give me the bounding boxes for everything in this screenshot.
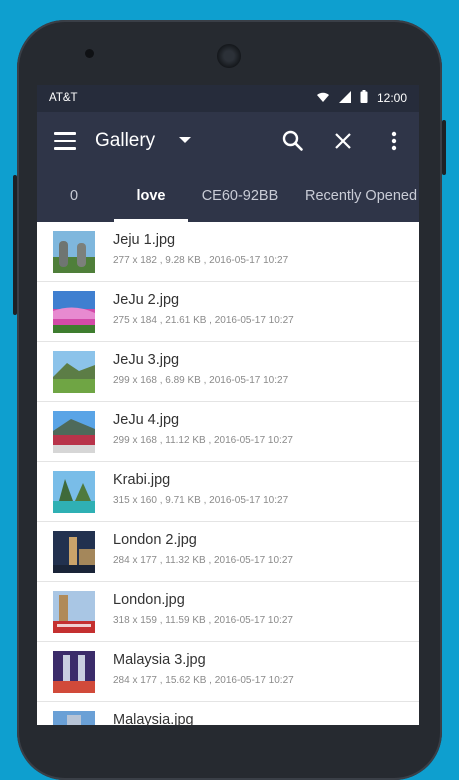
list-item[interactable]: JeJu 3.jpg 299 x 168 , 6.89 KB , 2016-05… — [37, 342, 419, 402]
file-meta: 318 x 159 , 11.59 KB , 2016-05-17 10:27 — [113, 615, 293, 626]
thumbnail-image — [53, 591, 95, 633]
search-icon[interactable] — [278, 126, 308, 156]
close-icon[interactable] — [328, 126, 358, 156]
file-name: JeJu 2.jpg — [113, 292, 180, 308]
signal-icon — [338, 90, 351, 106]
earpiece-speaker — [217, 44, 241, 68]
list-item[interactable]: JeJu 2.jpg 275 x 184 , 21.61 KB , 2016-0… — [37, 282, 419, 342]
more-vert-icon[interactable] — [379, 126, 409, 156]
tab-bar: 0 love CE60-92BB Recently Opened — [37, 172, 419, 222]
battery-icon — [360, 90, 368, 106]
front-camera — [85, 49, 94, 58]
file-name: London 2.jpg — [113, 532, 197, 548]
file-meta: 315 x 160 , 9.71 KB , 2016-05-17 10:27 — [113, 495, 289, 506]
file-list: Jeju 1.jpg 277 x 182 , 9.28 KB , 2016-05… — [37, 222, 419, 725]
thumbnail-image — [53, 651, 95, 693]
list-item[interactable]: London 2.jpg 284 x 177 , 11.32 KB , 2016… — [37, 522, 419, 582]
thumbnail-image — [53, 291, 95, 333]
thumbnail-image — [53, 351, 95, 393]
volume-button — [13, 175, 17, 315]
file-name: JeJu 4.jpg — [113, 412, 180, 428]
app-toolbar: Gallery — [37, 112, 419, 172]
file-name: JeJu 3.jpg — [113, 352, 180, 368]
file-meta: 299 x 168 , 11.12 KB , 2016-05-17 10:27 — [113, 435, 293, 446]
file-name: London.jpg — [113, 592, 185, 608]
list-item[interactable]: London.jpg 318 x 159 , 11.59 KB , 2016-0… — [37, 582, 419, 642]
dropdown-arrow-icon[interactable] — [179, 137, 191, 143]
file-meta: 277 x 182 , 9.28 KB , 2016-05-17 10:27 — [113, 255, 289, 266]
list-item[interactable]: Malaysia.jpg — [37, 702, 419, 725]
wifi-icon — [316, 91, 330, 106]
thumbnail-image — [53, 471, 95, 513]
file-meta: 275 x 184 , 21.61 KB , 2016-05-17 10:27 — [113, 315, 294, 326]
list-item[interactable]: Malaysia 3.jpg 284 x 177 , 15.62 KB , 20… — [37, 642, 419, 702]
list-item[interactable]: Jeju 1.jpg 277 x 182 , 9.28 KB , 2016-05… — [37, 222, 419, 282]
list-item[interactable]: Krabi.jpg 315 x 160 , 9.71 KB , 2016-05-… — [37, 462, 419, 522]
clock: 12:00 — [376, 91, 407, 105]
list-item[interactable]: JeJu 4.jpg 299 x 168 , 11.12 KB , 2016-0… — [37, 402, 419, 462]
thumbnail-image — [53, 411, 95, 453]
tab-love[interactable]: love — [114, 172, 188, 222]
file-meta: 299 x 168 , 6.89 KB , 2016-05-17 10:27 — [113, 375, 289, 386]
thumbnail-image — [53, 531, 95, 573]
menu-icon[interactable] — [54, 132, 76, 150]
file-meta: 284 x 177 , 15.62 KB , 2016-05-17 10:27 — [113, 675, 294, 686]
toolbar-title[interactable]: Gallery — [95, 130, 155, 152]
app-screen: AT&T 12:00 Gallery 0 love CE60-92BB Rece… — [37, 85, 419, 725]
file-name: Jeju 1.jpg — [113, 232, 176, 248]
carrier-label: AT&T — [49, 92, 78, 104]
power-button — [442, 120, 446, 175]
tab-0[interactable]: 0 — [37, 172, 111, 222]
tab-ce60-92bb[interactable]: CE60-92BB — [196, 172, 284, 222]
thumbnail-image — [53, 231, 95, 273]
status-bar: AT&T 12:00 — [37, 85, 419, 112]
tab-recently-opened[interactable]: Recently Opened — [299, 172, 419, 222]
file-name: Krabi.jpg — [113, 472, 171, 488]
thumbnail-image — [53, 711, 95, 725]
file-meta: 284 x 177 , 11.32 KB , 2016-05-17 10:27 — [113, 555, 293, 566]
file-name: Malaysia 3.jpg — [113, 652, 206, 668]
